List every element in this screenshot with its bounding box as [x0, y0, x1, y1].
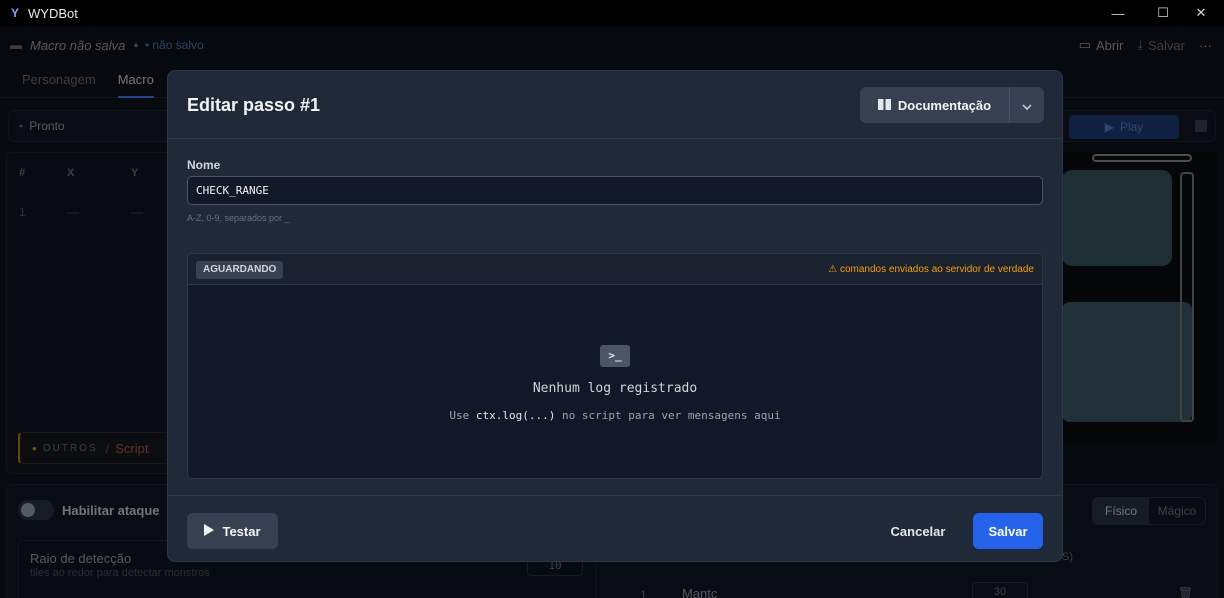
- terminal-icon: >_: [600, 345, 630, 367]
- log-warning: ⚠ comandos enviados ao servidor de verda…: [828, 264, 1034, 275]
- play-icon: [204, 523, 215, 539]
- dialog-footer: Testar Cancelar Salvar: [168, 495, 1062, 561]
- name-field-hint: A-Z, 0-9, separados por _: [187, 213, 290, 223]
- log-panel-header: AGUARDANDO ⚠ comandos enviados ao servid…: [188, 254, 1042, 285]
- test-button[interactable]: Testar: [187, 513, 278, 549]
- dialog-header: Editar passo #1 Documentação: [168, 71, 1062, 139]
- save-button[interactable]: Salvar: [973, 513, 1043, 549]
- empty-log-subtitle: Use ctx.log(...) no script para ver mens…: [188, 409, 1042, 422]
- empty-log-prefix: Use: [449, 409, 470, 422]
- empty-log-title: Nenhum log registrado: [532, 381, 698, 396]
- documentation-dropdown[interactable]: [1010, 87, 1044, 123]
- empty-log-suffix: no script para ver mensagens aqui: [562, 409, 781, 422]
- name-field-label: Nome: [187, 158, 221, 172]
- edit-step-dialog: Editar passo #1 Documentação Nome CHECK_…: [167, 70, 1063, 562]
- log-status-badge: AGUARDANDO: [196, 261, 284, 279]
- book-icon: [877, 98, 891, 113]
- documentation-label: Documentação: [897, 97, 992, 113]
- cancel-button[interactable]: Cancelar: [878, 513, 958, 549]
- title-bar: Y WYDBot — ☐ ✕: [0, 0, 1224, 26]
- close-window-button[interactable]: ✕: [1178, 0, 1224, 26]
- minimize-button[interactable]: —: [1095, 0, 1141, 26]
- dialog-title: Editar passo #1: [187, 95, 321, 115]
- test-label: Testar: [222, 523, 261, 539]
- app-logo-icon: Y: [10, 6, 19, 20]
- log-panel: AGUARDANDO ⚠ comandos enviados ao servid…: [187, 253, 1043, 479]
- name-input[interactable]: CHECK_RANGE: [187, 176, 1043, 205]
- documentation-split-button: Documentação: [860, 87, 1044, 123]
- window-title: WYDBot: [28, 5, 78, 21]
- documentation-button[interactable]: Documentação: [860, 87, 1010, 123]
- chevron-down-icon: [1022, 98, 1032, 113]
- empty-log-code: ctx.log(...): [475, 409, 556, 422]
